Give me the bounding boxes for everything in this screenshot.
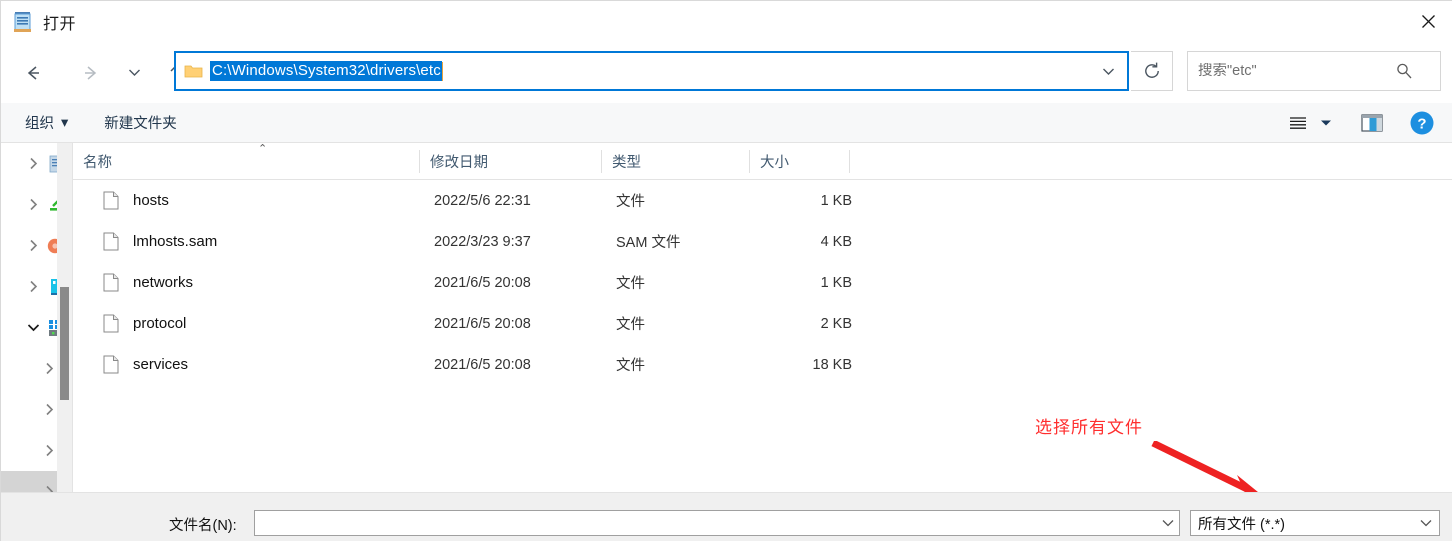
table-row[interactable]: networks 2021/6/5 20:08 文件 1 KB bbox=[73, 262, 1452, 303]
chevron-right-icon[interactable] bbox=[41, 484, 57, 492]
table-row[interactable]: services 2021/6/5 20:08 文件 18 KB bbox=[73, 344, 1452, 385]
preview-pane-icon[interactable] bbox=[1355, 106, 1389, 140]
file-type-cell: SAM 文件 bbox=[616, 235, 681, 251]
chevron-down-icon[interactable] bbox=[25, 320, 41, 336]
title-bar: 打开 bbox=[1, 1, 1452, 42]
chevron-down-icon bbox=[1102, 68, 1114, 75]
file-name-cell: services bbox=[133, 356, 189, 373]
chevron-right-icon[interactable] bbox=[41, 402, 57, 418]
chevron-right-icon[interactable] bbox=[25, 156, 41, 172]
tree-scrollbar[interactable] bbox=[57, 143, 72, 492]
annotation-text: 选择所有文件 bbox=[1035, 418, 1143, 437]
file-type-cell: 文件 bbox=[616, 276, 645, 292]
file-type-filter-value: 所有文件 (*.*) bbox=[1198, 516, 1285, 533]
tree-scrollbar-thumb[interactable] bbox=[60, 287, 69, 400]
file-size-cell: 4 KB bbox=[820, 233, 852, 250]
column-header-type-label: 类型 bbox=[612, 154, 641, 171]
file-icon bbox=[103, 232, 119, 251]
filename-input[interactable] bbox=[260, 512, 1150, 534]
column-header-date[interactable]: 修改日期 bbox=[420, 143, 602, 179]
file-icon bbox=[103, 273, 119, 292]
file-size-cell: 18 KB bbox=[812, 356, 853, 373]
svg-text:?: ? bbox=[1417, 116, 1426, 133]
file-type-cell: 文件 bbox=[616, 194, 645, 210]
file-date-cell: 2021/6/5 20:08 bbox=[434, 315, 531, 332]
file-name-cell: hosts bbox=[133, 192, 169, 209]
close-icon[interactable] bbox=[1403, 1, 1452, 42]
file-type-cell: 文件 bbox=[616, 358, 645, 374]
folder-icon bbox=[184, 63, 204, 79]
file-name-cell: protocol bbox=[133, 315, 187, 332]
file-type-cell: 文件 bbox=[616, 317, 645, 333]
open-file-dialog: 打开 C:\Windows\System32\drivers\etc 搜索"et… bbox=[0, 0, 1452, 541]
chevron-right-icon[interactable] bbox=[41, 361, 57, 377]
chevron-right-icon[interactable] bbox=[25, 238, 41, 254]
filename-dropdown-button[interactable] bbox=[1157, 511, 1179, 535]
organize-button[interactable]: 组织 ▾ bbox=[25, 103, 68, 143]
toolbar: 组织 ▾ 新建文件夹 ? bbox=[1, 103, 1452, 143]
column-header-name[interactable]: 名称 ⌃ bbox=[73, 143, 420, 179]
chevron-down-icon bbox=[1321, 120, 1331, 126]
new-folder-button[interactable]: 新建文件夹 bbox=[104, 103, 177, 143]
file-size-cell: 1 KB bbox=[820, 274, 852, 291]
file-list-panel: 名称 ⌃ 修改日期 类型 大小 hosts 2022/5/6 22:31 文件 1 K… bbox=[73, 143, 1452, 492]
file-icon bbox=[103, 355, 119, 374]
filename-label: 文件名(N): bbox=[169, 518, 237, 534]
address-bar[interactable]: C:\Windows\System32\drivers\etc bbox=[174, 51, 1129, 91]
search-input[interactable] bbox=[1198, 63, 1393, 79]
chevron-right-icon[interactable] bbox=[25, 279, 41, 295]
search-icon[interactable] bbox=[1395, 62, 1413, 80]
file-size-cell: 2 KB bbox=[820, 315, 852, 332]
column-header-name-label: 名称 bbox=[83, 154, 112, 171]
file-name-cell: networks bbox=[133, 274, 194, 291]
file-date-cell: 2021/6/5 20:08 bbox=[434, 356, 531, 373]
column-header-size-label: 大小 bbox=[760, 154, 789, 171]
file-icon bbox=[103, 191, 119, 210]
recent-locations-button[interactable] bbox=[119, 53, 149, 93]
file-date-cell: 2021/6/5 20:08 bbox=[434, 274, 531, 291]
forward-button[interactable] bbox=[71, 53, 111, 93]
file-date-cell: 2022/3/23 9:37 bbox=[434, 233, 531, 250]
file-size-cell: 1 KB bbox=[820, 192, 852, 209]
sort-ascending-icon: ⌃ bbox=[258, 143, 268, 155]
column-header-size[interactable]: 大小 bbox=[750, 143, 850, 179]
chevron-right-icon[interactable] bbox=[25, 197, 41, 213]
back-button[interactable] bbox=[13, 53, 53, 93]
column-divider[interactable] bbox=[849, 150, 850, 173]
notepad-icon bbox=[13, 11, 33, 33]
text-cursor bbox=[441, 61, 443, 81]
file-type-filter-arrow[interactable] bbox=[1415, 511, 1437, 535]
file-type-filter-dropdown[interactable]: 所有文件 (*.*) bbox=[1190, 510, 1440, 536]
table-row[interactable]: lmhosts.sam 2022/3/23 9:37 SAM 文件 4 KB bbox=[73, 221, 1452, 262]
column-header-type[interactable]: 类型 bbox=[602, 143, 750, 179]
address-path-text: C:\Windows\System32\drivers\etc bbox=[210, 61, 442, 81]
refresh-button[interactable] bbox=[1131, 51, 1173, 91]
arrow-right-icon bbox=[85, 65, 97, 80]
table-row[interactable]: protocol 2021/6/5 20:08 文件 2 KB bbox=[73, 303, 1452, 344]
file-list: hosts 2022/5/6 22:31 文件 1 KB lmhosts.sam 2022… bbox=[73, 180, 1452, 385]
refresh-icon bbox=[1144, 62, 1159, 78]
list-view-icon[interactable] bbox=[1281, 106, 1315, 140]
chevron-down-icon bbox=[128, 69, 140, 76]
organize-label: 组织 bbox=[25, 116, 54, 132]
chevron-down-icon: ▾ bbox=[61, 114, 69, 131]
file-icon bbox=[103, 314, 119, 333]
search-box[interactable] bbox=[1187, 51, 1441, 91]
chevron-down-icon bbox=[1162, 520, 1174, 527]
file-name-cell: lmhosts.sam bbox=[133, 233, 218, 250]
file-date-cell: 2022/5/6 22:31 bbox=[434, 192, 531, 209]
page-title: 打开 bbox=[43, 15, 77, 33]
column-headers: 名称 ⌃ 修改日期 类型 大小 bbox=[73, 143, 1452, 180]
table-row[interactable]: hosts 2022/5/6 22:31 文件 1 KB bbox=[73, 180, 1452, 221]
new-folder-label: 新建文件夹 bbox=[104, 116, 177, 132]
filename-input-wrapper[interactable] bbox=[254, 510, 1180, 536]
toolbar-right-group: ? bbox=[1281, 103, 1439, 143]
chevron-down-icon bbox=[1420, 520, 1432, 527]
help-icon[interactable]: ? bbox=[1405, 106, 1439, 140]
chevron-right-icon[interactable] bbox=[41, 443, 57, 459]
arrow-left-icon bbox=[27, 65, 39, 80]
address-dropdown-button[interactable] bbox=[1093, 53, 1123, 89]
column-header-date-label: 修改日期 bbox=[430, 154, 488, 171]
view-options-dropdown[interactable] bbox=[1315, 106, 1337, 140]
